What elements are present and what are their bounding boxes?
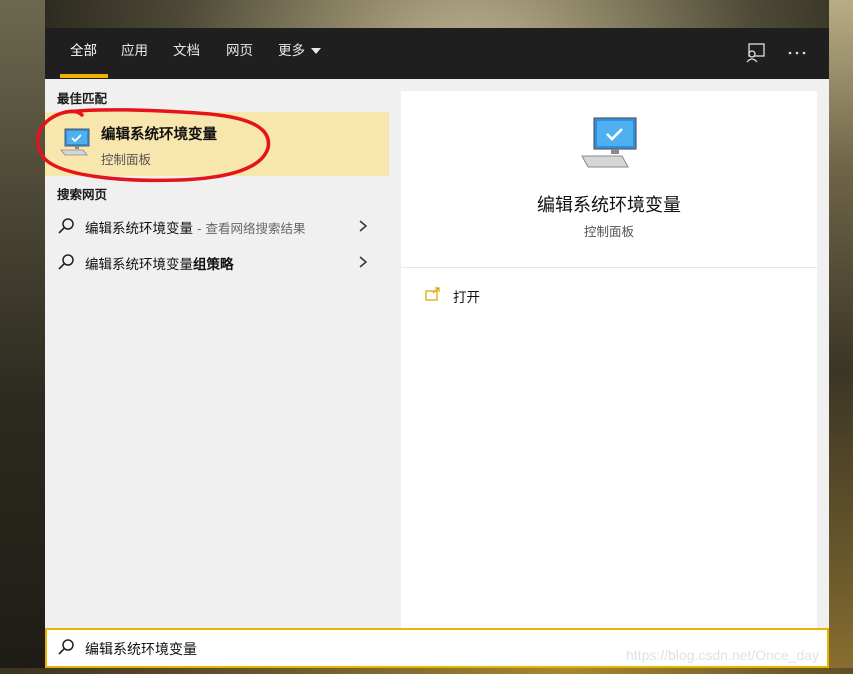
web-result-text: 编辑系统环境变量 — [85, 257, 193, 273]
watermark-text: https://blog.csdn.net/Once_day — [626, 647, 820, 663]
divider — [401, 267, 817, 268]
computer-monitor-check-icon — [60, 128, 90, 156]
results-list: 最佳匹配 编辑系统环境变量 控制面板 搜索网页 编辑系统环境变量 - 查看网络搜… — [45, 79, 389, 628]
web-result-text: 编辑系统环境变量 — [85, 221, 193, 237]
tab-more-label: 更多 — [278, 43, 305, 59]
search-input[interactable]: 编辑系统环境变量 — [85, 639, 197, 659]
tab-all[interactable]: 全部 — [70, 28, 97, 79]
open-icon — [425, 287, 440, 301]
best-match-title: 编辑系统环境变量 — [101, 127, 217, 143]
best-match-heading: 最佳匹配 — [57, 91, 108, 106]
tab-documents[interactable]: 文档 — [173, 28, 200, 79]
computer-monitor-check-icon — [581, 117, 637, 168]
active-tab-indicator — [60, 74, 108, 78]
chevron-right-icon — [359, 256, 368, 268]
search-tab-bar: 全部 应用 文档 网页 更多 — [45, 28, 829, 79]
open-action-label: 打开 — [453, 290, 480, 306]
desktop-background-bottom — [0, 668, 853, 674]
preview-title: 编辑系统环境变量 — [537, 195, 681, 216]
web-result-bold-suffix: 组策略 — [193, 257, 234, 273]
search-web-heading: 搜索网页 — [57, 187, 108, 202]
web-result-hint: - 查看网络搜索结果 — [193, 221, 306, 236]
chevron-down-icon — [311, 48, 321, 54]
preview-pane: 编辑系统环境变量 控制面板 打开 — [401, 91, 817, 628]
search-icon — [58, 254, 74, 270]
desktop-background-right — [829, 0, 853, 674]
search-icon — [58, 639, 74, 655]
tab-web[interactable]: 网页 — [226, 28, 253, 79]
web-result-item[interactable]: 编辑系统环境变量组策略 — [45, 244, 389, 280]
more-options-icon[interactable] — [786, 42, 808, 64]
feedback-icon[interactable] — [744, 42, 766, 64]
search-icon — [58, 218, 74, 234]
best-match-item[interactable]: 编辑系统环境变量 控制面板 — [45, 112, 389, 176]
chevron-right-icon — [359, 220, 368, 232]
search-panel: 全部 应用 文档 网页 更多 最佳匹配 编辑系统环境变量 控制面板 搜索网页 编… — [45, 28, 829, 668]
best-match-subtitle: 控制面板 — [101, 152, 152, 167]
tab-apps[interactable]: 应用 — [121, 28, 148, 79]
tab-more[interactable]: 更多 — [278, 28, 321, 79]
desktop-background-left — [0, 0, 45, 674]
web-result-item[interactable]: 编辑系统环境变量 - 查看网络搜索结果 — [45, 208, 389, 244]
preview-subtitle: 控制面板 — [583, 224, 634, 239]
